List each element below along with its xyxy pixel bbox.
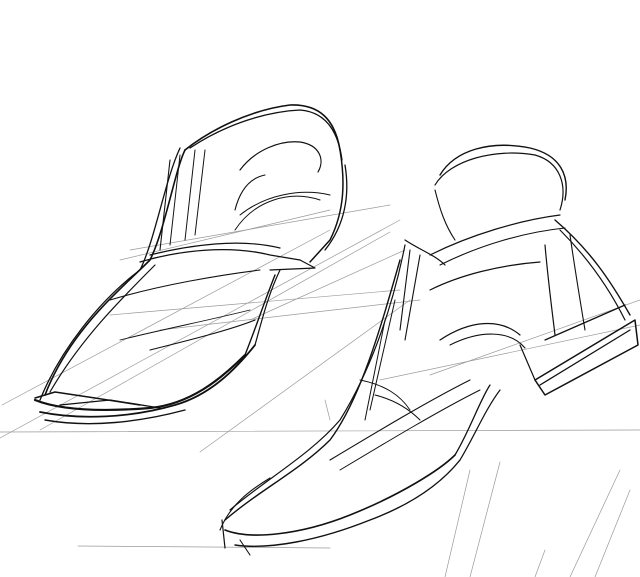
pencil-sketch — [0, 0, 640, 577]
sketch-canvas — [0, 0, 640, 577]
